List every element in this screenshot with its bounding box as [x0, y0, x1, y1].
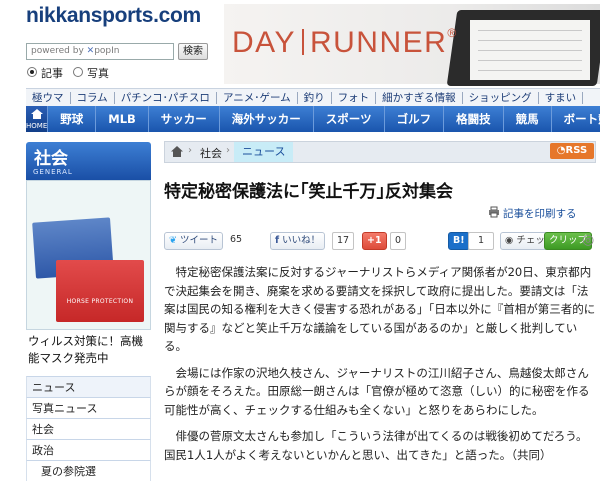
rss-label: RSS [565, 145, 588, 156]
gplus-button[interactable]: +1 [362, 232, 387, 250]
nav-item[interactable]: サッカー [149, 106, 220, 132]
subnav-item[interactable]: コラム [71, 92, 115, 104]
rss-button[interactable]: ◔RSS [550, 143, 594, 159]
chevron-right-icon: › [226, 145, 230, 156]
ad-brand-left: DAY [232, 26, 296, 59]
ad-divider [301, 29, 304, 55]
ad-brand-right: RUNNER [309, 26, 448, 59]
share-bar: ❦ ツイート 65 f いいね！ 17 +1 0 B! 1 ◉ チェック クリッ… [164, 232, 594, 252]
radio-photo-label: 写真 [87, 67, 109, 80]
search-input[interactable]: powered by ✕popIn [26, 43, 174, 60]
tweet-button[interactable]: ❦ ツイート [164, 232, 224, 250]
nav-item[interactable]: 競馬 [504, 106, 552, 132]
nav-home-label: HOME [26, 122, 48, 130]
article-paragraph: 会場には作家の沢地久枝さん、ジャーナリストの江川紹子さん、鳥越俊太郎さんらが顔を… [164, 365, 590, 417]
nav-item[interactable]: ボート競 [552, 106, 600, 132]
main-navigation: HOME 野球MLBサッカー海外サッカースポーツゴルフ格闘技競馬ボート競 [26, 106, 600, 132]
printer-icon[interactable] [488, 206, 500, 218]
sidebar-item[interactable]: 社会 [26, 418, 151, 439]
subnav-item[interactable]: すまい [539, 92, 584, 104]
sidebar-item[interactable]: 写真ニュース [26, 397, 151, 418]
breadcrumb-current: ニュース [234, 142, 294, 162]
article-paragraph: 特定秘密保護法案に反対するジャーナリストらメディア関係者が20日、東京都内で決起… [164, 265, 596, 353]
subnav-item[interactable]: パチンコ･パチスロ [115, 92, 217, 104]
hatena-count: 1 [468, 232, 494, 250]
like-count: 17 [332, 232, 355, 250]
rss-icon: ◔ [556, 145, 566, 156]
like-button[interactable]: f いいね！ [270, 232, 326, 250]
sidebar-item[interactable]: ニュース [26, 376, 151, 397]
subnav-item[interactable]: 釣り [298, 92, 332, 104]
promo-product-label: HORSE PROTECTION [66, 298, 134, 305]
nav-item[interactable]: ゴルフ [385, 106, 445, 132]
subnav-item[interactable]: 極ウマ [26, 92, 71, 104]
tweet-label: ツイート [180, 235, 219, 246]
nav-home[interactable]: HOME [26, 106, 49, 132]
home-icon [30, 109, 43, 119]
mask-box-red-image [56, 260, 144, 322]
subnav-item[interactable]: ショッピング [463, 92, 539, 104]
radio-article-label: 記事 [41, 67, 63, 80]
print-link[interactable]: 記事を印刷する [503, 206, 577, 221]
bird-icon: ❦ [169, 235, 177, 246]
sub-navigation: 極ウマ コラム パチンコ･パチスロ アニメ･ゲーム 釣り フォト 細かすぎる情報 ショッピング… [26, 88, 600, 108]
sidebar-item[interactable]: 夏の参院選 [26, 460, 151, 481]
search-button[interactable]: 検索 [178, 43, 208, 60]
article-body: 特定秘密保護法案に反対するジャーナリストらメディア関係者が20日、東京都内で決起… [164, 263, 596, 472]
subnav-item[interactable]: アニメ･ゲーム [217, 92, 298, 104]
clip-count-icon: ◎ [582, 232, 595, 248]
sidebar-subtitle: GENERAL [33, 168, 73, 176]
gplus-count: 0 [390, 232, 407, 250]
ad-mark: ® [447, 26, 458, 40]
planner-page-image [470, 20, 590, 80]
nav-item[interactable]: MLB [96, 106, 149, 132]
breadcrumb-section[interactable]: 社会 [200, 145, 222, 161]
nav-item[interactable]: 格闘技 [444, 106, 504, 132]
like-label: いいね！ [282, 235, 321, 246]
search-brand: popIn [94, 46, 120, 56]
search-placeholder: powered by [31, 46, 84, 56]
promo-link[interactable]: ウィルス対策に！高機能マスク発売中 [28, 333, 152, 367]
article-paragraph: 俳優の菅原文太さんも参加し「こういう法律が出てくるのは戦後初めてだろう。国民1人… [164, 429, 588, 462]
nav-item[interactable]: スポーツ [314, 106, 385, 132]
subnav-item[interactable]: 細かすぎる情報 [376, 92, 463, 104]
tweet-count: 65 [230, 234, 243, 245]
facebook-icon: f [275, 235, 280, 246]
radio-photo[interactable] [73, 67, 83, 77]
check-icon: ◉ [505, 235, 514, 246]
site-logo[interactable]: nikkansports.com [26, 4, 201, 28]
nav-item[interactable]: 海外サッカー [220, 106, 314, 132]
ad-brand[interactable]: DAY RUNNER® [232, 26, 458, 60]
sidebar-title: 社会 [34, 149, 68, 169]
chevron-right-icon: › [188, 145, 192, 156]
hatena-button[interactable]: B! [448, 232, 470, 250]
article-headline: 特定秘密保護法に｢笑止千万｣反対集会 [164, 182, 453, 202]
home-icon[interactable] [170, 145, 184, 158]
sidebar-item[interactable]: 政治 [26, 439, 151, 460]
subnav-item[interactable]: フォト [332, 92, 377, 104]
radio-article[interactable] [27, 67, 37, 77]
sidebar-list: ニュース 写真ニュース 社会 政治 夏の参院選 [26, 376, 151, 481]
nav-item[interactable]: 野球 [48, 106, 97, 132]
